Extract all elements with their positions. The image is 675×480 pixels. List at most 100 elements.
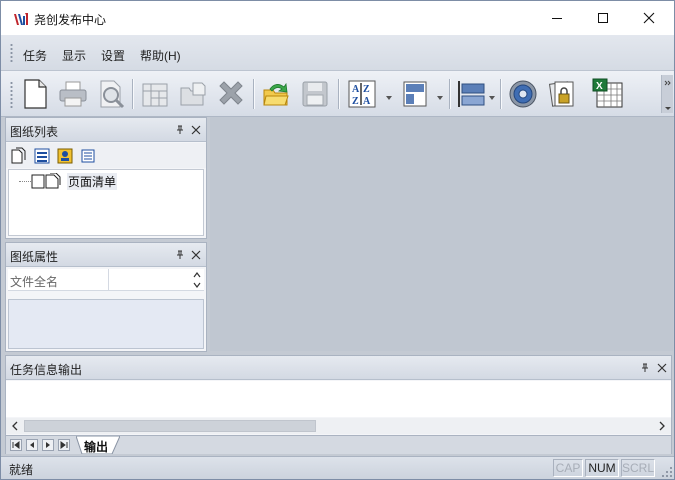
save-icon: [302, 81, 328, 107]
app-logo-icon: [13, 12, 29, 26]
tab-output[interactable]: 输出: [76, 436, 120, 454]
open-folder-button[interactable]: [177, 78, 209, 110]
sheet-list-panel: 图纸列表 页面清单: [5, 117, 207, 239]
new-button[interactable]: [19, 78, 51, 110]
close-icon[interactable]: [190, 124, 202, 136]
title-bar[interactable]: 尧创发布中心: [1, 1, 674, 35]
app-window: 尧创发布中心 任务 显示 设置 帮助(H) A Z Z A X 图纸列表 页面清…: [0, 0, 675, 480]
layout-horizontal-button[interactable]: [455, 78, 487, 110]
sort-dropdown-icon[interactable]: [386, 95, 392, 101]
chevron-right-icon[interactable]: [657, 421, 667, 431]
sort-button[interactable]: A Z Z A: [346, 78, 378, 110]
toolbar-separator: [338, 79, 339, 109]
tree-connector: [19, 181, 31, 182]
toolbar-separator: [253, 79, 254, 109]
tab-first-button[interactable]: [10, 439, 22, 451]
toolbar-separator: [500, 79, 501, 109]
print-preview-icon: [100, 80, 125, 109]
property-divider: [108, 269, 109, 291]
page-set-icon: [31, 173, 61, 189]
print-icon: [59, 81, 87, 107]
delete-icon: [219, 81, 243, 105]
scrollbar-thumb[interactable]: [24, 420, 316, 432]
menubar-grip[interactable]: [10, 43, 13, 63]
maximize-button[interactable]: [580, 1, 626, 35]
close-icon[interactable]: [656, 362, 668, 374]
layout-vertical-icon: [403, 81, 427, 107]
detail-view-icon[interactable]: [79, 147, 97, 165]
toolbar-grip[interactable]: [10, 81, 13, 109]
horizontal-scrollbar[interactable]: [6, 418, 671, 434]
attribute-icon[interactable]: [56, 147, 74, 165]
minimize-icon: [552, 18, 562, 19]
pin-icon[interactable]: [174, 124, 186, 136]
svg-text:Z: Z: [352, 96, 359, 107]
sheet-list-title: 图纸列表: [10, 125, 59, 139]
settings-disc-icon: [509, 80, 537, 108]
menu-view[interactable]: 显示: [62, 47, 86, 64]
print-button[interactable]: [57, 78, 89, 110]
settings-button[interactable]: [507, 78, 539, 110]
resize-grip-icon[interactable]: [661, 466, 673, 478]
menu-settings[interactable]: 设置: [101, 47, 125, 64]
property-description-area: [8, 299, 204, 349]
scroll-updown-icon[interactable]: [190, 269, 204, 291]
output-header: 任务信息输出: [6, 356, 671, 380]
toolbar-separator: [132, 79, 133, 109]
menu-help[interactable]: 帮助(H): [140, 47, 181, 64]
layout-vertical-dropdown-icon[interactable]: [437, 95, 443, 101]
print-preview-button[interactable]: [95, 78, 127, 110]
menu-bar: 任务 显示 设置 帮助(H): [1, 35, 674, 71]
layout-horizontal-dropdown-icon[interactable]: [489, 95, 495, 101]
publish-button[interactable]: [260, 78, 292, 110]
excel-export-icon: X: [592, 78, 623, 108]
chevron-right-icon: [664, 80, 671, 110]
menu-task[interactable]: 任务: [23, 47, 47, 64]
svg-text:Z: Z: [363, 84, 370, 95]
page-copy-icon[interactable]: [10, 147, 28, 165]
sheet-layout-icon: [142, 83, 168, 107]
tab-prev-button[interactable]: [26, 439, 38, 451]
excel-export-button[interactable]: X: [592, 78, 624, 110]
sheet-tree[interactable]: 页面清单: [8, 169, 204, 236]
sheet-list-header: 图纸列表: [6, 118, 206, 142]
toolbar-separator: [449, 79, 450, 109]
layout-horizontal-icon: [458, 81, 485, 107]
pin-icon[interactable]: [174, 249, 186, 261]
sheet-props-panel: 图纸属性 文件全名: [5, 242, 207, 352]
open-folder-icon: [180, 82, 206, 106]
sort-az-icon: A Z Z A: [348, 80, 376, 108]
secure-archive-icon: [548, 81, 574, 107]
secure-archive-button[interactable]: [546, 78, 578, 110]
status-bar: 就绪 CAP NUM SCRL: [1, 456, 674, 479]
page-list-icon[interactable]: [33, 147, 51, 165]
tab-last-button[interactable]: [58, 439, 70, 451]
tree-item-page-list[interactable]: 页面清单: [67, 173, 118, 190]
output-tabstrip: 输出: [6, 435, 671, 454]
save-button[interactable]: [299, 78, 331, 110]
window-title: 尧创发布中心: [34, 13, 107, 27]
new-document-icon: [24, 79, 47, 109]
property-row[interactable]: 文件全名: [8, 269, 204, 291]
output-log-area[interactable]: [6, 381, 671, 417]
sheet-props-title: 图纸属性: [10, 250, 59, 264]
close-icon[interactable]: [190, 249, 202, 261]
pin-icon[interactable]: [639, 362, 651, 374]
prev-icon: [30, 442, 34, 448]
close-button[interactable]: [626, 1, 672, 35]
sheet-layout-button[interactable]: [139, 78, 171, 110]
svg-text:X: X: [596, 81, 603, 92]
output-title: 任务信息输出: [10, 363, 83, 377]
chevron-left-icon[interactable]: [10, 421, 20, 431]
layout-vertical-button[interactable]: [399, 78, 431, 110]
tab-next-button[interactable]: [42, 439, 54, 451]
refresh-publish-icon: [263, 82, 289, 106]
close-icon: [643, 12, 655, 24]
minimize-button[interactable]: [534, 1, 580, 35]
delete-button[interactable]: [215, 78, 247, 110]
document-workspace[interactable]: [210, 117, 673, 351]
maximize-icon: [598, 13, 608, 23]
toolbar-overflow[interactable]: [661, 75, 673, 113]
scroll-lock-indicator: SCRL: [621, 459, 655, 477]
next-icon: [46, 442, 50, 448]
